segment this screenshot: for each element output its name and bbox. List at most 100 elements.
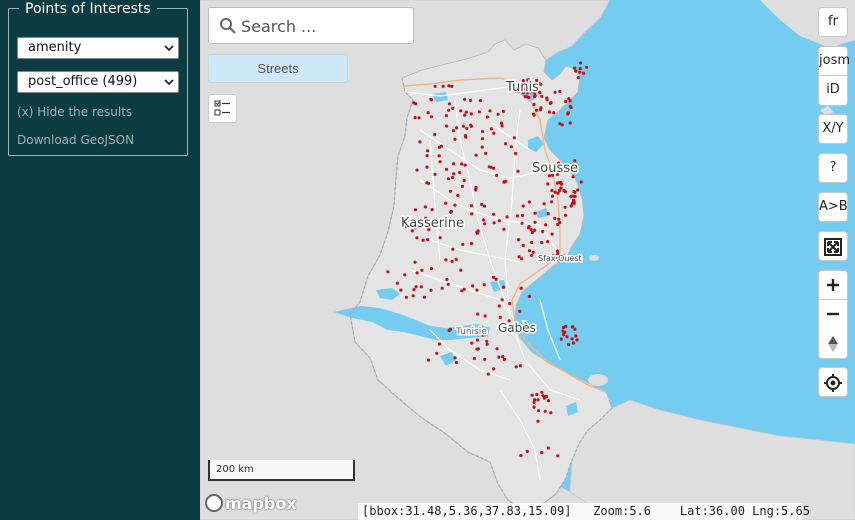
post-office-marker[interactable] [550, 200, 554, 204]
post-office-marker[interactable] [469, 112, 473, 116]
post-office-marker[interactable] [533, 228, 537, 232]
post-office-marker[interactable] [463, 134, 467, 138]
language-button[interactable]: fr [818, 7, 848, 37]
post-office-marker[interactable] [526, 78, 530, 82]
post-office-marker[interactable] [527, 224, 531, 229]
post-office-marker[interactable] [450, 84, 454, 89]
post-office-marker[interactable] [449, 209, 453, 213]
post-office-marker[interactable] [557, 217, 561, 221]
post-office-marker[interactable] [415, 168, 419, 172]
post-office-marker[interactable] [445, 124, 449, 128]
post-office-marker[interactable] [480, 137, 485, 141]
post-office-marker[interactable] [458, 171, 462, 175]
post-office-marker[interactable] [411, 294, 415, 298]
post-office-marker[interactable] [419, 285, 423, 289]
post-office-marker[interactable] [498, 315, 502, 319]
post-office-marker[interactable] [447, 328, 451, 333]
post-office-marker[interactable] [429, 97, 433, 101]
post-office-marker[interactable] [429, 288, 433, 292]
post-office-marker[interactable] [550, 194, 555, 198]
post-office-marker[interactable] [420, 268, 424, 272]
post-office-marker[interactable] [423, 221, 428, 225]
post-office-marker[interactable] [413, 208, 418, 212]
post-office-marker[interactable] [427, 228, 431, 232]
post-office-marker[interactable] [541, 229, 545, 234]
post-office-marker[interactable] [564, 324, 568, 328]
post-office-marker[interactable] [555, 254, 559, 258]
post-office-marker[interactable] [426, 181, 431, 185]
post-office-marker[interactable] [573, 327, 577, 331]
post-office-marker[interactable] [485, 115, 489, 119]
post-office-marker[interactable] [484, 151, 488, 155]
post-office-marker[interactable] [452, 162, 456, 166]
post-office-marker[interactable] [496, 112, 500, 116]
post-office-marker[interactable] [478, 99, 482, 103]
zoom-out-button[interactable] [818, 300, 848, 330]
post-office-marker[interactable] [572, 163, 576, 167]
post-office-marker[interactable] [497, 355, 501, 359]
help-button[interactable]: ? [818, 153, 848, 183]
post-office-marker[interactable] [540, 240, 544, 245]
post-office-marker[interactable] [515, 214, 520, 218]
post-office-marker[interactable] [446, 177, 450, 181]
post-office-marker[interactable] [566, 111, 571, 115]
post-office-marker[interactable] [544, 223, 548, 227]
post-office-marker[interactable] [495, 173, 499, 177]
post-office-marker[interactable] [461, 242, 465, 246]
post-office-marker[interactable] [494, 277, 498, 281]
post-office-marker[interactable] [433, 172, 437, 176]
post-office-marker[interactable] [471, 284, 475, 288]
post-office-marker[interactable] [514, 89, 518, 93]
post-office-marker[interactable] [465, 126, 469, 130]
post-office-marker[interactable] [533, 93, 537, 97]
post-office-marker[interactable] [481, 333, 485, 337]
post-office-marker[interactable] [485, 339, 489, 343]
post-office-marker[interactable] [536, 419, 540, 423]
post-office-marker[interactable] [540, 390, 544, 394]
post-office-marker[interactable] [441, 84, 445, 88]
layer-toggle-button[interactable] [208, 94, 237, 123]
post-office-marker[interactable] [522, 87, 526, 91]
post-office-marker[interactable] [530, 90, 534, 94]
post-office-marker[interactable] [492, 166, 496, 170]
post-office-marker[interactable] [469, 124, 473, 128]
post-office-marker[interactable] [470, 212, 474, 216]
post-office-marker[interactable] [475, 288, 479, 292]
post-office-marker[interactable] [520, 213, 525, 218]
post-office-marker[interactable] [521, 91, 525, 95]
post-office-marker[interactable] [415, 271, 419, 275]
post-office-marker[interactable] [556, 222, 560, 226]
post-office-marker[interactable] [492, 221, 496, 225]
post-office-marker[interactable] [462, 178, 466, 183]
post-office-marker[interactable] [485, 342, 489, 346]
post-office-marker[interactable] [461, 124, 465, 128]
post-office-marker[interactable] [427, 225, 431, 229]
post-office-marker[interactable] [451, 175, 455, 180]
post-office-marker[interactable] [459, 109, 463, 113]
post-office-marker[interactable] [475, 338, 479, 342]
post-office-marker[interactable] [524, 95, 529, 99]
post-office-marker[interactable] [550, 232, 554, 236]
search-box[interactable] [208, 7, 414, 44]
post-office-marker[interactable] [395, 281, 399, 285]
post-office-marker[interactable] [557, 180, 562, 185]
category-select[interactable]: amenity [17, 37, 179, 59]
post-office-marker[interactable] [546, 399, 551, 403]
post-office-marker[interactable] [502, 227, 506, 231]
post-office-marker[interactable] [569, 163, 573, 167]
post-office-marker[interactable] [440, 286, 444, 290]
post-office-marker[interactable] [557, 189, 562, 193]
post-office-marker[interactable] [570, 325, 575, 329]
post-office-marker[interactable] [469, 241, 474, 246]
post-office-marker[interactable] [552, 111, 556, 115]
post-office-marker[interactable] [557, 161, 561, 165]
post-office-marker[interactable] [534, 84, 538, 88]
post-office-marker[interactable] [454, 360, 458, 365]
post-office-marker[interactable] [453, 203, 457, 207]
post-office-marker[interactable] [454, 257, 458, 261]
post-office-marker[interactable] [545, 98, 549, 102]
post-office-marker[interactable] [519, 286, 523, 290]
post-office-marker[interactable] [557, 259, 561, 263]
post-office-marker[interactable] [572, 189, 576, 194]
post-office-marker[interactable] [549, 411, 553, 415]
